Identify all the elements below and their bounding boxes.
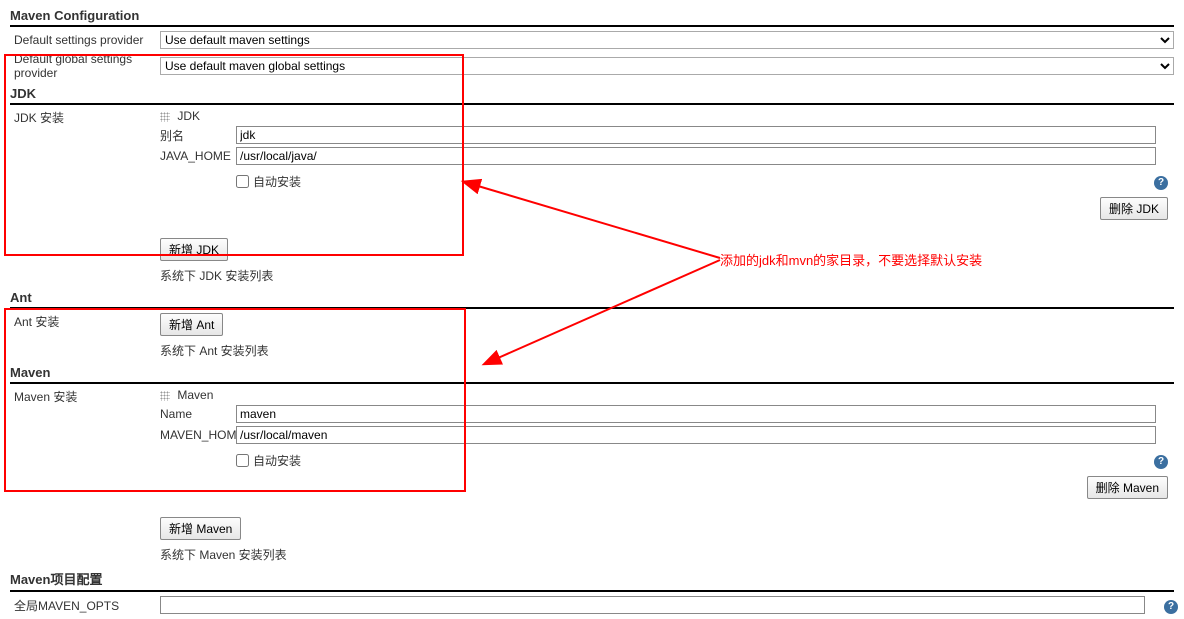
input-maven-home[interactable] xyxy=(236,426,1156,444)
jdk-subtitle: JDK xyxy=(177,109,200,123)
input-jdk-alias[interactable] xyxy=(236,126,1156,144)
label-jdk-install: JDK 安装 xyxy=(10,109,160,126)
maven-subtitle-row: Maven xyxy=(160,388,1174,402)
ant-list-desc: 系统下 Ant 安装列表 xyxy=(160,342,1174,359)
row-ant-install: Ant 安装 新增 Ant 系统下 Ant 安装列表 xyxy=(10,313,1174,359)
annotation-text: 添加的jdk和mvn的家目录，不要选择默认安装 xyxy=(720,250,982,269)
input-maven-opts[interactable] xyxy=(160,596,1145,614)
input-maven-name[interactable] xyxy=(236,405,1156,423)
select-default-global[interactable]: Use default maven global settings xyxy=(160,57,1174,75)
delete-jdk-button[interactable]: 删除 JDK xyxy=(1100,197,1168,220)
checkbox-jdk-auto-install[interactable] xyxy=(236,175,249,188)
add-ant-button[interactable]: 新增 Ant xyxy=(160,313,223,336)
section-title-maven-config: Maven Configuration xyxy=(10,8,1174,27)
label-jdk-alias: 别名 xyxy=(160,127,236,144)
maven-list-desc: 系统下 Maven 安装列表 xyxy=(160,546,1174,563)
drag-handle-icon[interactable] xyxy=(160,391,170,401)
label-maven-name: Name xyxy=(160,407,236,421)
help-icon[interactable]: ? xyxy=(1164,600,1178,614)
section-title-maven: Maven xyxy=(10,365,1174,384)
select-default-settings[interactable]: Use default maven settings xyxy=(160,31,1174,49)
label-default-settings: Default settings provider xyxy=(10,33,160,47)
add-jdk-button[interactable]: 新增 JDK xyxy=(160,238,228,261)
section-title-maven-project: Maven项目配置 xyxy=(10,569,1174,592)
help-icon[interactable]: ? xyxy=(1154,176,1168,190)
label-maven-auto-install: 自动安装 xyxy=(253,452,301,469)
jdk-subtitle-row: JDK xyxy=(160,109,1174,123)
label-maven-home: MAVEN_HOME xyxy=(160,428,236,442)
drag-handle-icon[interactable] xyxy=(160,112,170,122)
input-java-home[interactable] xyxy=(236,147,1156,165)
label-default-global: Default global settings provider xyxy=(10,52,160,80)
maven-subtitle: Maven xyxy=(177,388,213,402)
add-maven-button[interactable]: 新增 Maven xyxy=(160,517,241,540)
row-default-settings: Default settings provider Use default ma… xyxy=(10,31,1174,49)
section-title-jdk: JDK xyxy=(10,86,1174,105)
label-ant-install: Ant 安装 xyxy=(10,313,160,330)
label-maven-install: Maven 安装 xyxy=(10,388,160,405)
checkbox-maven-auto-install[interactable] xyxy=(236,454,249,467)
label-maven-opts: 全局MAVEN_OPTS xyxy=(10,597,160,614)
jdk-list-desc: 系统下 JDK 安装列表 xyxy=(160,267,1174,284)
label-java-home: JAVA_HOME xyxy=(160,149,236,163)
label-jdk-auto-install: 自动安装 xyxy=(253,173,301,190)
row-jdk-install: JDK 安装 JDK 别名 JAVA_HOME 自动安装 ? 删除 JDK 新增… xyxy=(10,109,1174,284)
row-maven-install: Maven 安装 Maven Name MAVEN_HOME 自动安装 ? 删除… xyxy=(10,388,1174,563)
help-icon[interactable]: ? xyxy=(1154,455,1168,469)
row-default-global: Default global settings provider Use def… xyxy=(10,52,1174,80)
delete-maven-button[interactable]: 删除 Maven xyxy=(1087,476,1168,499)
row-maven-opts: 全局MAVEN_OPTS ? xyxy=(10,596,1174,614)
section-title-ant: Ant xyxy=(10,290,1174,309)
